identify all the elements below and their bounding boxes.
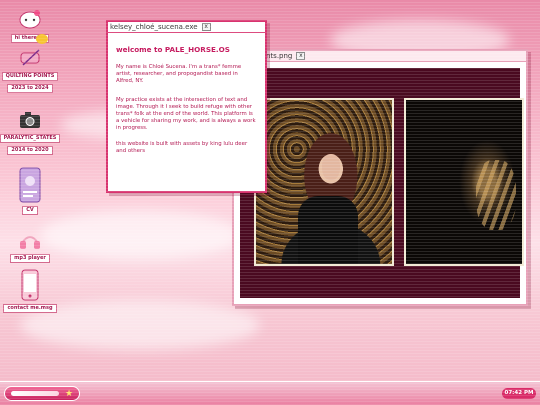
about-window-title: kelsey_chloé_sucena.exe xyxy=(110,23,198,31)
desktop-icon-contact[interactable]: contact me.msg xyxy=(3,268,57,313)
face xyxy=(322,154,340,180)
duck-sticker xyxy=(36,34,48,44)
about-window[interactable]: kelsey_chloé_sucena.exe x welcome to PAL… xyxy=(106,20,267,193)
star-icon: ★ xyxy=(65,388,74,399)
camera-icon xyxy=(17,108,43,132)
phone-icon xyxy=(17,268,43,302)
desktop-icon-label: mp3 player xyxy=(10,254,50,263)
desktop-icon-paralytic-states[interactable]: PARALYTIC_STATES 2014 to 2020 xyxy=(0,108,61,155)
about-window-titlebar[interactable]: kelsey_chloé_sucena.exe x xyxy=(108,22,265,33)
label-line: QUILTING POINTS xyxy=(5,73,55,79)
desktop-icon-cv[interactable]: CV xyxy=(4,166,56,215)
cloud xyxy=(40,210,240,260)
close-button[interactable]: x xyxy=(201,23,211,31)
photo-window-title: nts.png xyxy=(266,52,293,60)
headphones-icon xyxy=(17,228,43,252)
light-streak xyxy=(476,160,516,230)
desktop-icon-hello[interactable]: hi there! (: xyxy=(4,8,56,43)
start-button[interactable]: ★ xyxy=(4,386,80,401)
desktop-icon-mp3-player[interactable]: mp3 player xyxy=(4,228,56,263)
cv-card-icon xyxy=(17,166,43,204)
close-button[interactable]: x xyxy=(296,52,306,60)
dark-photo xyxy=(406,100,522,264)
desktop-icon-quilting-points[interactable]: QUILTING POINTS 2023 to 2024 xyxy=(1,46,59,93)
desktop-icon-label: contact me.msg xyxy=(3,304,57,313)
start-progress-icon xyxy=(11,391,59,396)
practice-paragraph: My practice exists at the intersection o… xyxy=(116,97,256,131)
desktop-icon-label: PARALYTIC_STATES xyxy=(0,134,61,143)
desktop-icon-label: CV xyxy=(22,206,38,215)
credits-paragraph: this website is built with assets by kin… xyxy=(116,141,248,154)
photo-window-titlebar[interactable]: nts.png x xyxy=(234,51,526,62)
photo-stage xyxy=(240,68,524,298)
photo-window[interactable]: nts.png x xyxy=(232,49,528,306)
desktop-icon-sublabel: 2023 to 2024 xyxy=(7,84,53,93)
about-content: welcome to PALE_HORSE.OS My name is Chlo… xyxy=(108,33,265,172)
portrait-photo xyxy=(256,100,392,264)
taskbar: ★ 07:42 PM xyxy=(0,381,540,405)
desktop-icon-sublabel: 2014 to 2020 xyxy=(7,146,53,155)
photo-frame[interactable] xyxy=(404,98,524,266)
desktop-icon-label: QUILTING POINTS xyxy=(1,72,59,81)
clock[interactable]: 07:42 PM xyxy=(502,388,536,399)
shirt xyxy=(298,196,358,264)
photo-frame[interactable] xyxy=(254,98,394,266)
sewing-icon xyxy=(17,46,43,70)
bio-paragraph: My name is Chloé Sucena. I'm a trans* fe… xyxy=(116,64,242,84)
hello-kitty-icon xyxy=(17,8,43,32)
page-title: welcome to PALE_HORSE.OS xyxy=(116,45,230,54)
